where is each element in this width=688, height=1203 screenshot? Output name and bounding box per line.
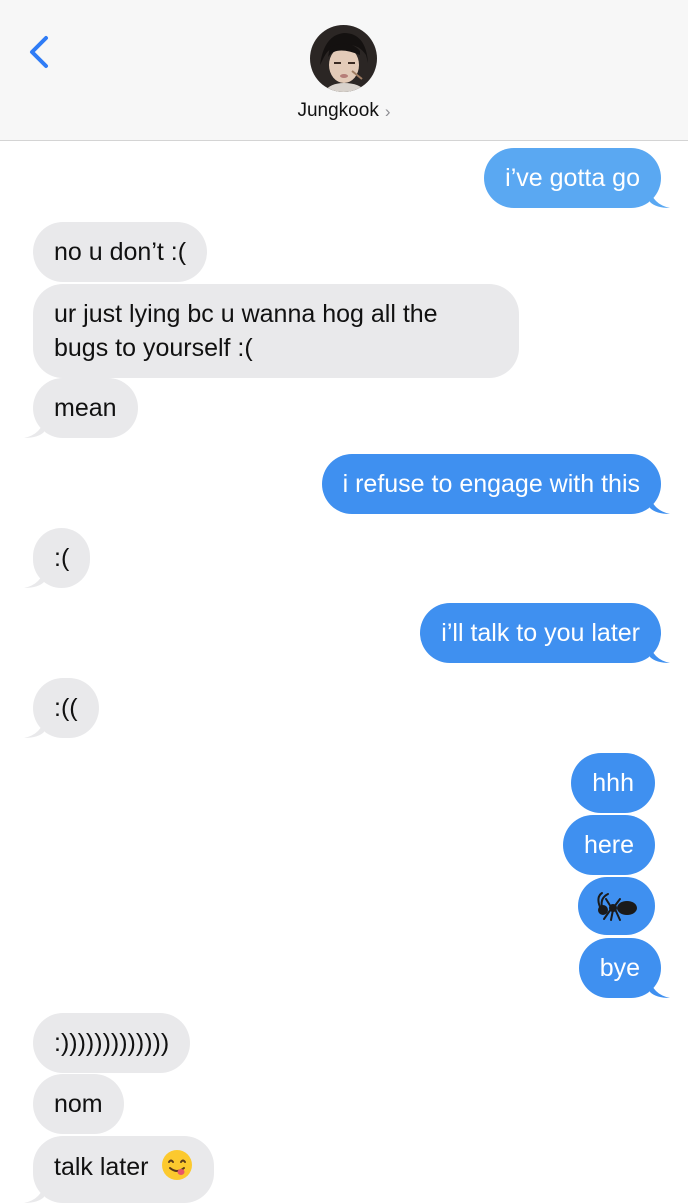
incoming-message[interactable]: mean	[24, 378, 138, 438]
outgoing-message[interactable]	[578, 877, 655, 935]
outgoing-message[interactable]: here	[562, 815, 655, 875]
message-text: mean	[54, 394, 117, 422]
message-text: talk later	[54, 1153, 149, 1181]
incoming-message[interactable]: :((	[24, 678, 99, 738]
bubble-tail	[24, 568, 44, 588]
bubble-tail	[650, 188, 670, 208]
outgoing-message[interactable]: i’ve gotta go	[484, 148, 670, 208]
contact-name-button[interactable]: Jungkook ›	[0, 99, 688, 123]
yum-face-icon	[161, 1149, 193, 1190]
message-text: i’ve gotta go	[505, 164, 640, 192]
message-text: :((	[54, 694, 78, 722]
avatar[interactable]	[310, 25, 377, 92]
contact-name: Jungkook	[297, 100, 379, 121]
incoming-message[interactable]: :)))))))))))))	[33, 1013, 191, 1073]
message-text: ur just lying bc u wanna hog all the bug…	[54, 300, 438, 362]
chevron-right-icon: ›	[384, 101, 391, 121]
incoming-message[interactable]: no u don’t :(	[33, 222, 208, 282]
message-text: :)))))))))))))	[54, 1029, 170, 1057]
message-text: i refuse to engage with this	[342, 470, 640, 498]
back-chevron-icon[interactable]	[24, 32, 56, 72]
message-text: bye	[599, 954, 640, 982]
ant-icon	[597, 892, 637, 921]
bubble-tail	[24, 1183, 44, 1203]
message-text: here	[583, 831, 634, 859]
outgoing-message[interactable]: hhh	[571, 753, 655, 813]
message-text: :(	[54, 544, 70, 572]
message-text: i’ll talk to you later	[441, 619, 640, 647]
bubble-tail	[24, 418, 44, 438]
incoming-message[interactable]: talk later	[24, 1136, 215, 1203]
incoming-message[interactable]: :(	[24, 528, 91, 588]
outgoing-message[interactable]: bye	[578, 938, 670, 998]
bubble-tail	[650, 494, 670, 514]
outgoing-message[interactable]: i refuse to engage with this	[321, 454, 670, 514]
incoming-message[interactable]: ur just lying bc u wanna hog all the bug…	[33, 284, 519, 378]
bubble-tail	[650, 643, 670, 663]
incoming-message[interactable]: nom	[33, 1074, 124, 1134]
message-text: no u don’t :(	[54, 238, 187, 266]
outgoing-message[interactable]: i’ll talk to you later	[420, 603, 670, 663]
bubble-tail	[650, 978, 670, 998]
bubble-tail	[24, 718, 44, 738]
message-text: nom	[54, 1090, 103, 1118]
message-text: hhh	[592, 769, 634, 797]
conversation-header: Jungkook ›	[0, 0, 688, 141]
